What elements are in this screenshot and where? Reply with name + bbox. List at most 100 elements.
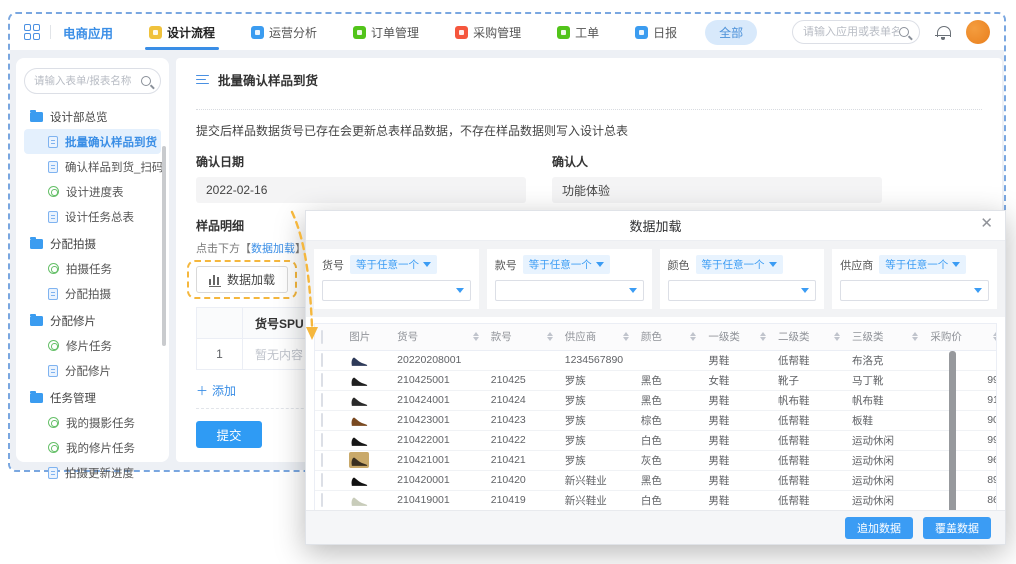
notification-bell-icon[interactable]	[936, 25, 950, 40]
append-data-button[interactable]: 追加数据	[845, 517, 913, 539]
row-checkbox[interactable]	[321, 413, 323, 427]
purchase-price-cell: 90	[924, 410, 997, 430]
sidebar-item-我的摄影任务[interactable]: 我的摄影任务	[24, 410, 161, 435]
supplier-cell: 1234567890	[559, 350, 635, 370]
chevron-down-icon	[629, 288, 637, 293]
hint-data-load-link[interactable]: 数据加载	[251, 243, 295, 255]
sidebar-item-确认样品到货_扫码[interactable]: 确认样品到货_扫码	[24, 154, 161, 179]
category1-cell: 男鞋	[702, 490, 772, 510]
product-image[interactable]	[349, 472, 369, 488]
category3-cell: 布洛克	[846, 350, 924, 370]
row-checkbox[interactable]	[321, 373, 323, 387]
data-load-button[interactable]: 数据加载	[196, 266, 288, 293]
table-scrollbar[interactable]	[949, 351, 956, 526]
spu-row-index: 1	[197, 339, 243, 369]
filter-operator-chip[interactable]: 等于任意一个	[523, 255, 610, 274]
product-image[interactable]	[349, 432, 369, 448]
filter-select[interactable]	[668, 280, 817, 301]
column-header-label: 货号	[397, 329, 418, 344]
row-checkbox[interactable]	[321, 433, 323, 447]
collapse-menu-icon[interactable]	[196, 75, 209, 85]
sidebar-group-分配修片[interactable]: 分配修片	[24, 308, 161, 333]
filter-select[interactable]	[322, 280, 471, 301]
confirm-date-input[interactable]: 2022-02-16	[196, 177, 526, 203]
sidebar-group-设计部总览[interactable]: 设计部总览	[24, 104, 161, 129]
sort-icon[interactable]	[912, 332, 918, 341]
tab-运营分析[interactable]: 运营分析	[241, 14, 327, 50]
purchase-price-cell: 89	[924, 470, 997, 490]
sidebar-item-修片任务[interactable]: 修片任务	[24, 333, 161, 358]
sidebar-group-任务管理[interactable]: 任务管理	[24, 385, 161, 410]
sort-icon[interactable]	[993, 332, 997, 341]
row-checkbox[interactable]	[321, 493, 323, 507]
search-icon[interactable]	[899, 27, 909, 37]
apps-grid-icon[interactable]	[24, 24, 40, 40]
sort-icon[interactable]	[623, 332, 629, 341]
sidebar-search-icon[interactable]	[141, 76, 151, 86]
product-image-cell	[343, 490, 391, 510]
topbar-divider	[50, 25, 51, 39]
column-header-图片: 图片	[343, 324, 391, 350]
row-checkbox[interactable]	[321, 353, 323, 367]
row-checkbox[interactable]	[321, 473, 323, 487]
product-image[interactable]	[349, 412, 369, 428]
sidebar-item-分配修片[interactable]: 分配修片	[24, 358, 161, 383]
column-header-供应商: 供应商	[559, 324, 635, 350]
sidebar-item-设计进度表[interactable]: 设计进度表	[24, 179, 161, 204]
overwrite-data-button[interactable]: 覆盖数据	[923, 517, 991, 539]
sort-icon[interactable]	[834, 332, 840, 341]
tab-设计流程[interactable]: 设计流程	[139, 14, 225, 50]
plus-icon: ＋	[196, 382, 208, 399]
sidebar-search-input[interactable]	[34, 75, 141, 87]
table-row: 210425001210425罗族黑色女鞋靴子马丁靴99	[315, 370, 997, 390]
sort-icon[interactable]	[547, 332, 553, 341]
product-image[interactable]	[349, 452, 369, 468]
product-image[interactable]	[349, 352, 369, 368]
brand-ecommerce-app[interactable]: 电商应用	[63, 23, 113, 42]
sidebar-item-我的修片任务[interactable]: 我的修片任务	[24, 435, 161, 460]
table-row: 210420001210420新兴鞋业黑色男鞋低帮鞋运动休闲89	[315, 470, 997, 490]
chevron-down-icon	[423, 262, 431, 267]
topbar-search-input[interactable]	[803, 26, 899, 38]
product-image[interactable]	[349, 372, 369, 388]
filter-颜色: 颜色等于任意一个	[660, 249, 825, 309]
filter-select[interactable]	[840, 280, 989, 301]
filter-operator-chip[interactable]: 等于任意一个	[696, 255, 783, 274]
confirmer-input[interactable]: 功能体验	[552, 177, 882, 203]
operator-label: 等于任意一个	[529, 257, 592, 272]
document-icon	[48, 136, 58, 148]
submit-button[interactable]: 提交	[196, 421, 262, 448]
sidebar-item-拍摄任务[interactable]: 拍摄任务	[24, 256, 161, 281]
sidebar-item-分配拍摄[interactable]: 分配拍摄	[24, 281, 161, 306]
sidebar-item-拍摄更新进度[interactable]: 拍摄更新进度	[24, 460, 161, 485]
filter-select[interactable]	[495, 280, 644, 301]
sidebar-item-label: 设计任务总表	[65, 209, 134, 225]
row-checkbox-cell	[315, 470, 343, 490]
filter-operator-chip[interactable]: 等于任意一个	[350, 255, 437, 274]
sort-icon[interactable]	[760, 332, 766, 341]
filter-label: 货号	[322, 257, 344, 273]
sidebar-item-批量确认样品到货[interactable]: 批量确认样品到货	[24, 129, 161, 154]
sort-icon[interactable]	[690, 332, 696, 341]
close-icon[interactable]: ✕	[980, 216, 993, 231]
tab-订单管理[interactable]: 订单管理	[343, 14, 429, 50]
tab-日报[interactable]: 日报	[625, 14, 687, 50]
sidebar-item-设计任务总表[interactable]: 设计任务总表	[24, 204, 161, 229]
app-icon	[635, 26, 648, 39]
sidebar-group-分配拍摄[interactable]: 分配拍摄	[24, 231, 161, 256]
sort-icon[interactable]	[473, 332, 479, 341]
item-number-cell: 210422001	[391, 430, 485, 450]
filter-operator-chip[interactable]: 等于任意一个	[879, 255, 966, 274]
row-checkbox[interactable]	[321, 393, 323, 407]
user-avatar[interactable]	[966, 20, 990, 44]
row-checkbox[interactable]	[321, 453, 323, 467]
tab-采购管理[interactable]: 采购管理	[445, 14, 531, 50]
product-image[interactable]	[349, 492, 369, 508]
sidebar-scrollbar[interactable]	[162, 146, 166, 346]
select-all-checkbox[interactable]	[321, 330, 323, 344]
product-image[interactable]	[349, 392, 369, 408]
all-apps-badge[interactable]: 全部	[705, 20, 757, 45]
tab-工单[interactable]: 工单	[547, 14, 609, 50]
chevron-down-icon	[769, 262, 777, 267]
supplier-cell: 罗族	[559, 410, 635, 430]
